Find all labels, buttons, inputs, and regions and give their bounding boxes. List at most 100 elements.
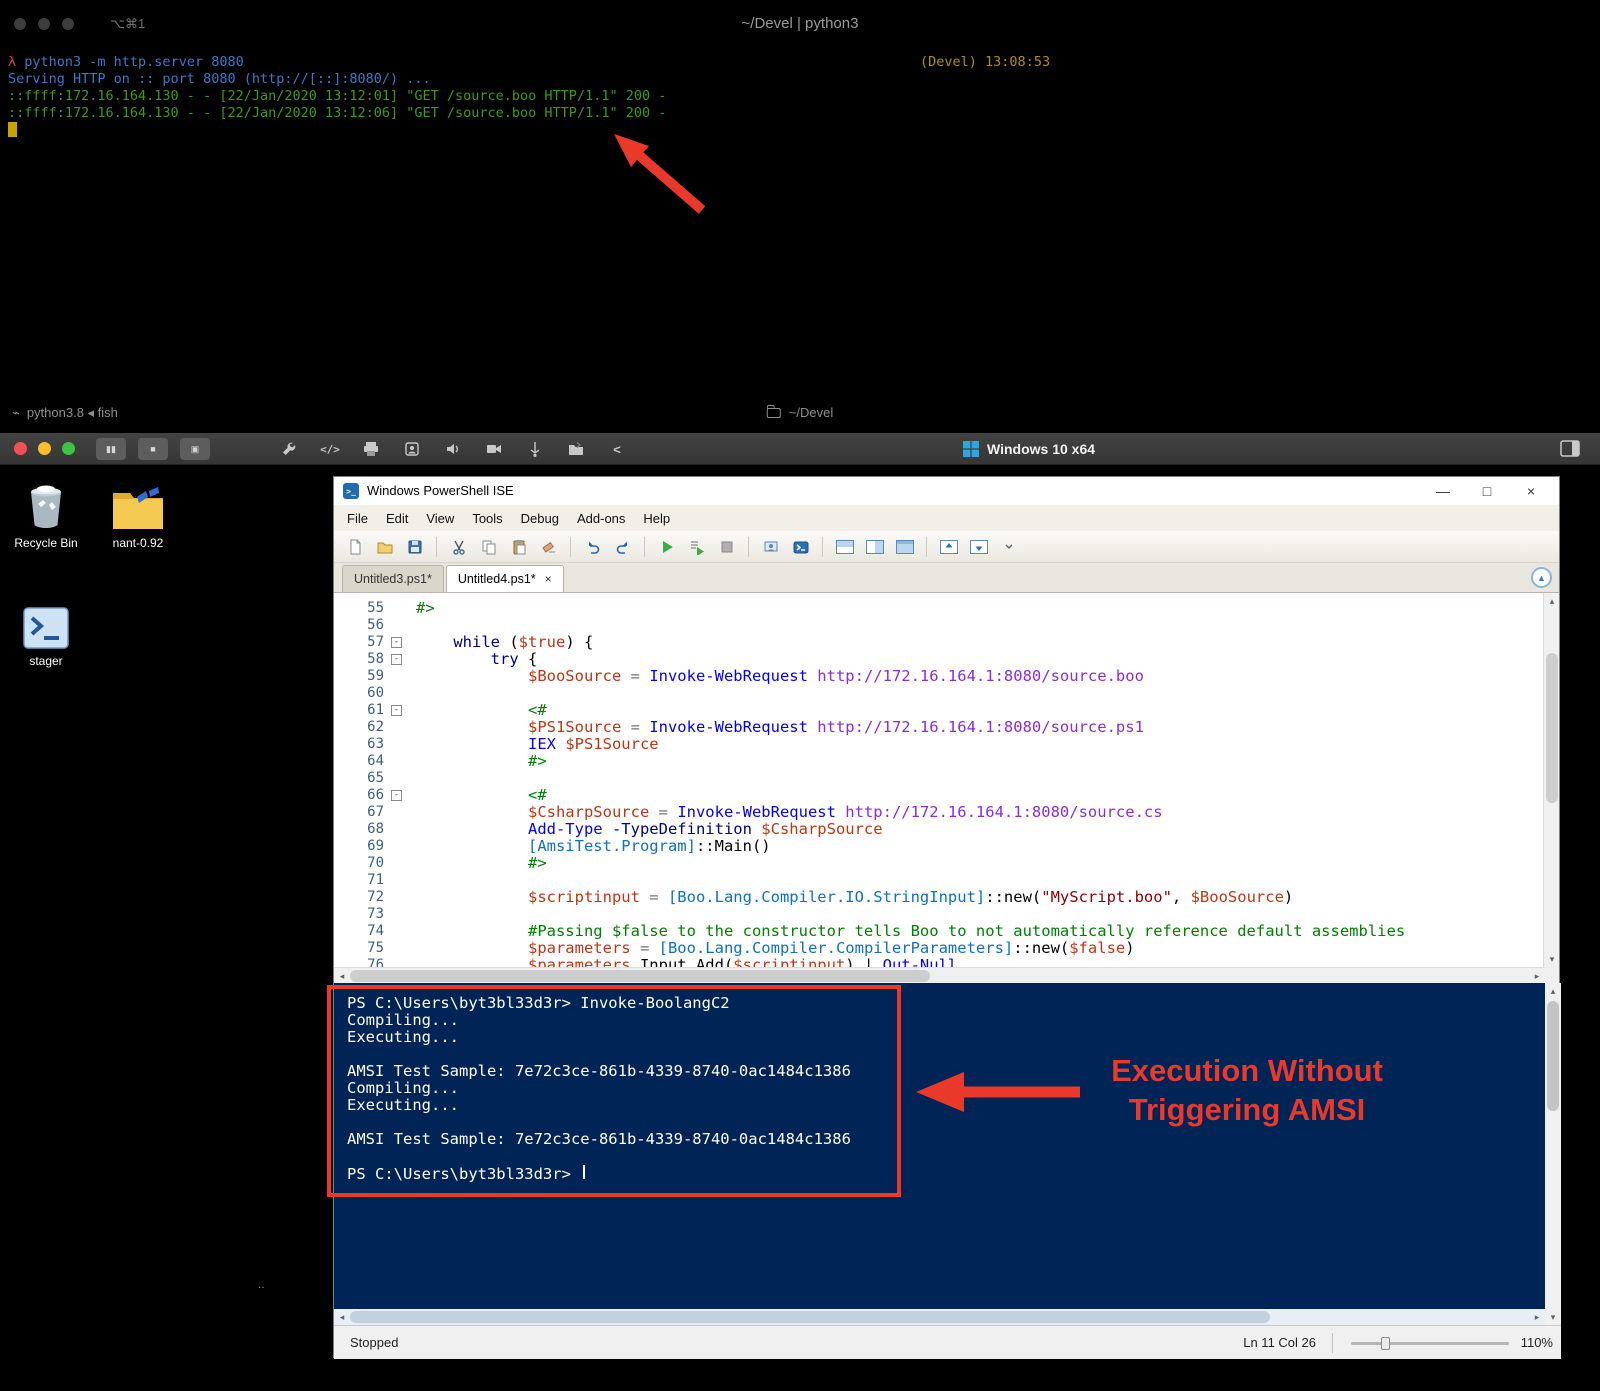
menu-tools[interactable]: Tools [463, 508, 511, 529]
fullscreen-layout-icon[interactable] [1560, 440, 1580, 462]
paste-button[interactable] [506, 534, 531, 559]
scroll-down-icon[interactable]: ▾ [1545, 1309, 1561, 1325]
copy-button[interactable] [476, 534, 501, 559]
console-horizontal-scrollbar[interactable]: ◂ ▸ [334, 1309, 1545, 1325]
ise-statusbar: Stopped Ln 11 Col 26 110% [334, 1325, 1561, 1359]
minimize-icon[interactable] [38, 442, 51, 455]
clear-console-button[interactable] [536, 534, 561, 559]
scrollbar-thumb[interactable] [1547, 1001, 1559, 1111]
scroll-left-icon[interactable]: ◂ [334, 1309, 350, 1325]
save-button[interactable] [402, 534, 427, 559]
desktop-icon-recycle-bin[interactable]: Recycle Bin [2, 475, 90, 550]
run-selection-button[interactable] [684, 534, 709, 559]
tab-untitled3ps1[interactable]: Untitled3.ps1* [342, 565, 444, 592]
menu-edit[interactable]: Edit [377, 508, 417, 529]
toolbar-overflow-button[interactable] [996, 534, 1021, 559]
stop-vm-button[interactable]: ■ [138, 438, 168, 460]
scroll-right-icon[interactable]: ▸ [1529, 968, 1545, 984]
scroll-left-icon[interactable]: ◂ [334, 968, 350, 984]
editor-vertical-scrollbar[interactable]: ▴ ▾ [1543, 593, 1559, 967]
ise-titlebar[interactable]: >_ Windows PowerShell ISE — □ × [334, 477, 1559, 505]
scrollbar-thumb[interactable] [350, 1311, 1270, 1323]
menu-help[interactable]: Help [634, 508, 679, 529]
fold-toggle-icon[interactable]: - [391, 705, 402, 716]
line-number: 71 [367, 872, 384, 888]
cut-button[interactable] [446, 534, 471, 559]
script-editor[interactable]: 55 56 57 58 59 60 61 62 63 64 65 66 67 68 69 70 71 72 73 74… [334, 593, 1545, 967]
code-line: #> [416, 855, 1405, 872]
new-script-icon [350, 539, 360, 554]
code-token: #> [527, 752, 547, 770]
terminal-titlebar[interactable]: ⌥⌘1 ~/Devel | python3 [0, 0, 1600, 48]
undo-button[interactable] [580, 534, 605, 559]
code-token: ) | [845, 956, 883, 968]
start-powershell-button[interactable] [788, 534, 813, 559]
collapse-tabs-icon[interactable]: ▲ [1531, 567, 1552, 588]
layout-top-button[interactable] [832, 534, 857, 559]
printer-icon[interactable] [360, 438, 382, 460]
redo-button[interactable] [610, 534, 635, 559]
speaker-icon[interactable] [442, 438, 464, 460]
zoom-slider-thumb[interactable] [1381, 1337, 1390, 1350]
layout-right-button[interactable] [862, 534, 887, 559]
fold-toggle-icon[interactable]: - [391, 637, 402, 648]
close-icon[interactable] [14, 442, 27, 455]
fold-toggle-icon[interactable]: - [391, 790, 402, 801]
fold-toggle-icon[interactable]: - [391, 654, 402, 665]
minimize-button[interactable]: — [1421, 477, 1465, 505]
start-powershell-icon [793, 541, 808, 553]
code-icon[interactable]: </> [319, 438, 341, 460]
zoom-slider[interactable] [1351, 1337, 1509, 1350]
fold-cell [389, 770, 407, 787]
terminal-tab-label: python3.8 ◂ fish [26, 405, 118, 420]
script-pane-up-button[interactable] [936, 534, 961, 559]
menu-view[interactable]: View [417, 508, 463, 529]
collapse-left-icon[interactable]: < [606, 438, 628, 460]
layout-max-button[interactable] [892, 534, 917, 559]
scroll-up-icon[interactable]: ▴ [1545, 983, 1561, 999]
desktop-icon-nant[interactable]: nant-0.92 [94, 475, 182, 550]
vm-power-controls: ▮▮ ■ ▣ [96, 438, 210, 460]
vm-titlebar[interactable]: ▮▮ ■ ▣ </> < Windows 10 x64 [0, 433, 1600, 465]
scroll-down-icon[interactable]: ▾ [1544, 951, 1560, 967]
zoom-icon[interactable] [62, 442, 75, 455]
open-script-button[interactable] [372, 534, 397, 559]
wrench-icon[interactable] [278, 438, 300, 460]
script-pane-down-button[interactable] [966, 534, 991, 559]
menu-debug[interactable]: Debug [512, 508, 568, 529]
maximize-button[interactable]: □ [1465, 477, 1509, 505]
shared-folder-icon[interactable] [565, 438, 587, 460]
fold-cell [389, 872, 407, 889]
console-vertical-scrollbar[interactable]: ▴ ▾ [1545, 983, 1561, 1325]
new-script-button[interactable] [342, 534, 367, 559]
cursor-position-label: Ln 11 Col 26 [1243, 1335, 1316, 1350]
layout-right-icon [865, 539, 884, 554]
code-pane: #> while ($true) { try { $BooSource = In… [416, 600, 1406, 968]
terminal-output[interactable]: λ python3 -m http.server 8080 Serving HTT… [0, 48, 1600, 122]
camera-icon[interactable] [483, 438, 505, 460]
new-remote-tab-button[interactable] [758, 534, 783, 559]
scroll-up-icon[interactable]: ▴ [1544, 593, 1560, 609]
badge-icon[interactable] [401, 438, 423, 460]
scroll-right-icon[interactable]: ▸ [1529, 1309, 1545, 1325]
fold-cell: - [389, 651, 407, 668]
stop-operation-button[interactable] [714, 534, 739, 559]
tab-close-icon[interactable]: × [545, 572, 552, 586]
tab-untitled4ps1[interactable]: Untitled4.ps1* × [445, 565, 564, 592]
run-script-button[interactable] [654, 534, 679, 559]
pause-vm-button[interactable]: ▮▮ [96, 438, 126, 460]
scrollbar-thumb[interactable] [1546, 653, 1558, 803]
close-button[interactable]: × [1509, 477, 1553, 505]
editor-horizontal-scrollbar[interactable]: ◂ ▸ [334, 967, 1545, 983]
usb-icon[interactable] [524, 438, 546, 460]
toolbar-separator [822, 536, 823, 557]
code-token: #Passing $false to the constructor tells… [527, 922, 1406, 940]
scrollbar-thumb[interactable] [350, 970, 930, 982]
desktop-icon-stager[interactable]: stager [2, 593, 90, 668]
code-token: new [1003, 888, 1032, 906]
menu-addons[interactable]: Add-ons [568, 508, 634, 529]
windows-logo-icon [963, 441, 979, 457]
code-token: http://172.16.164.1:8080/source.boo [807, 667, 1144, 685]
snapshot-vm-button[interactable]: ▣ [180, 438, 210, 460]
menu-file[interactable]: File [338, 508, 377, 529]
